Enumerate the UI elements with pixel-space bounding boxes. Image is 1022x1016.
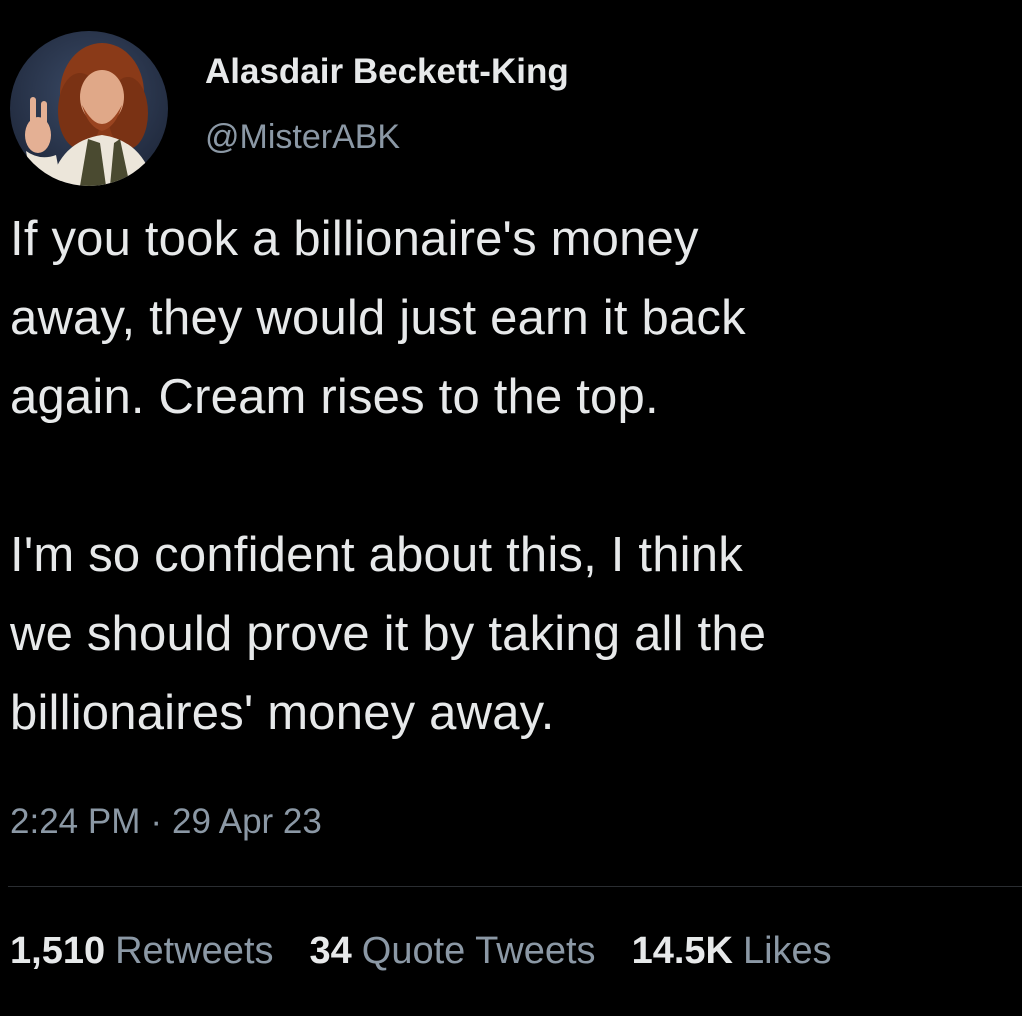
tweet-card: Alasdair Beckett-King @MisterABK If you … (0, 0, 1022, 1016)
display-name[interactable]: Alasdair Beckett-King (205, 52, 569, 92)
user-handle[interactable]: @MisterABK (205, 118, 400, 157)
retweets-stat[interactable]: 1,510 Retweets (10, 930, 274, 973)
quote-tweets-stat[interactable]: 34 Quote Tweets (310, 930, 596, 973)
quote-tweets-count: 34 (309, 930, 352, 972)
retweets-label: Retweets (115, 930, 274, 972)
likes-label: Likes (742, 930, 832, 972)
likes-count: 14.5K (631, 930, 733, 972)
divider (8, 886, 1022, 887)
avatar[interactable] (10, 31, 168, 186)
retweets-count: 1,510 (10, 930, 106, 972)
tweet-timestamp[interactable]: 2:24 PM · 29 Apr 23 (10, 802, 322, 842)
tweet-date: 29 Apr 23 (172, 802, 322, 841)
tweet-time: 2:24 PM (10, 802, 141, 841)
tweet-stats: 1,510 Retweets 34 Quote Tweets 14.5K Likes (10, 930, 868, 973)
tweet-header: Alasdair Beckett-King @MisterABK (10, 28, 990, 188)
tweet-text: If you took a billionaire's money away, … (10, 212, 767, 740)
avatar-image (10, 31, 168, 186)
meta-separator: · (150, 802, 163, 841)
likes-stat[interactable]: 14.5K Likes (632, 930, 832, 973)
quote-tweets-label: Quote Tweets (361, 930, 596, 972)
